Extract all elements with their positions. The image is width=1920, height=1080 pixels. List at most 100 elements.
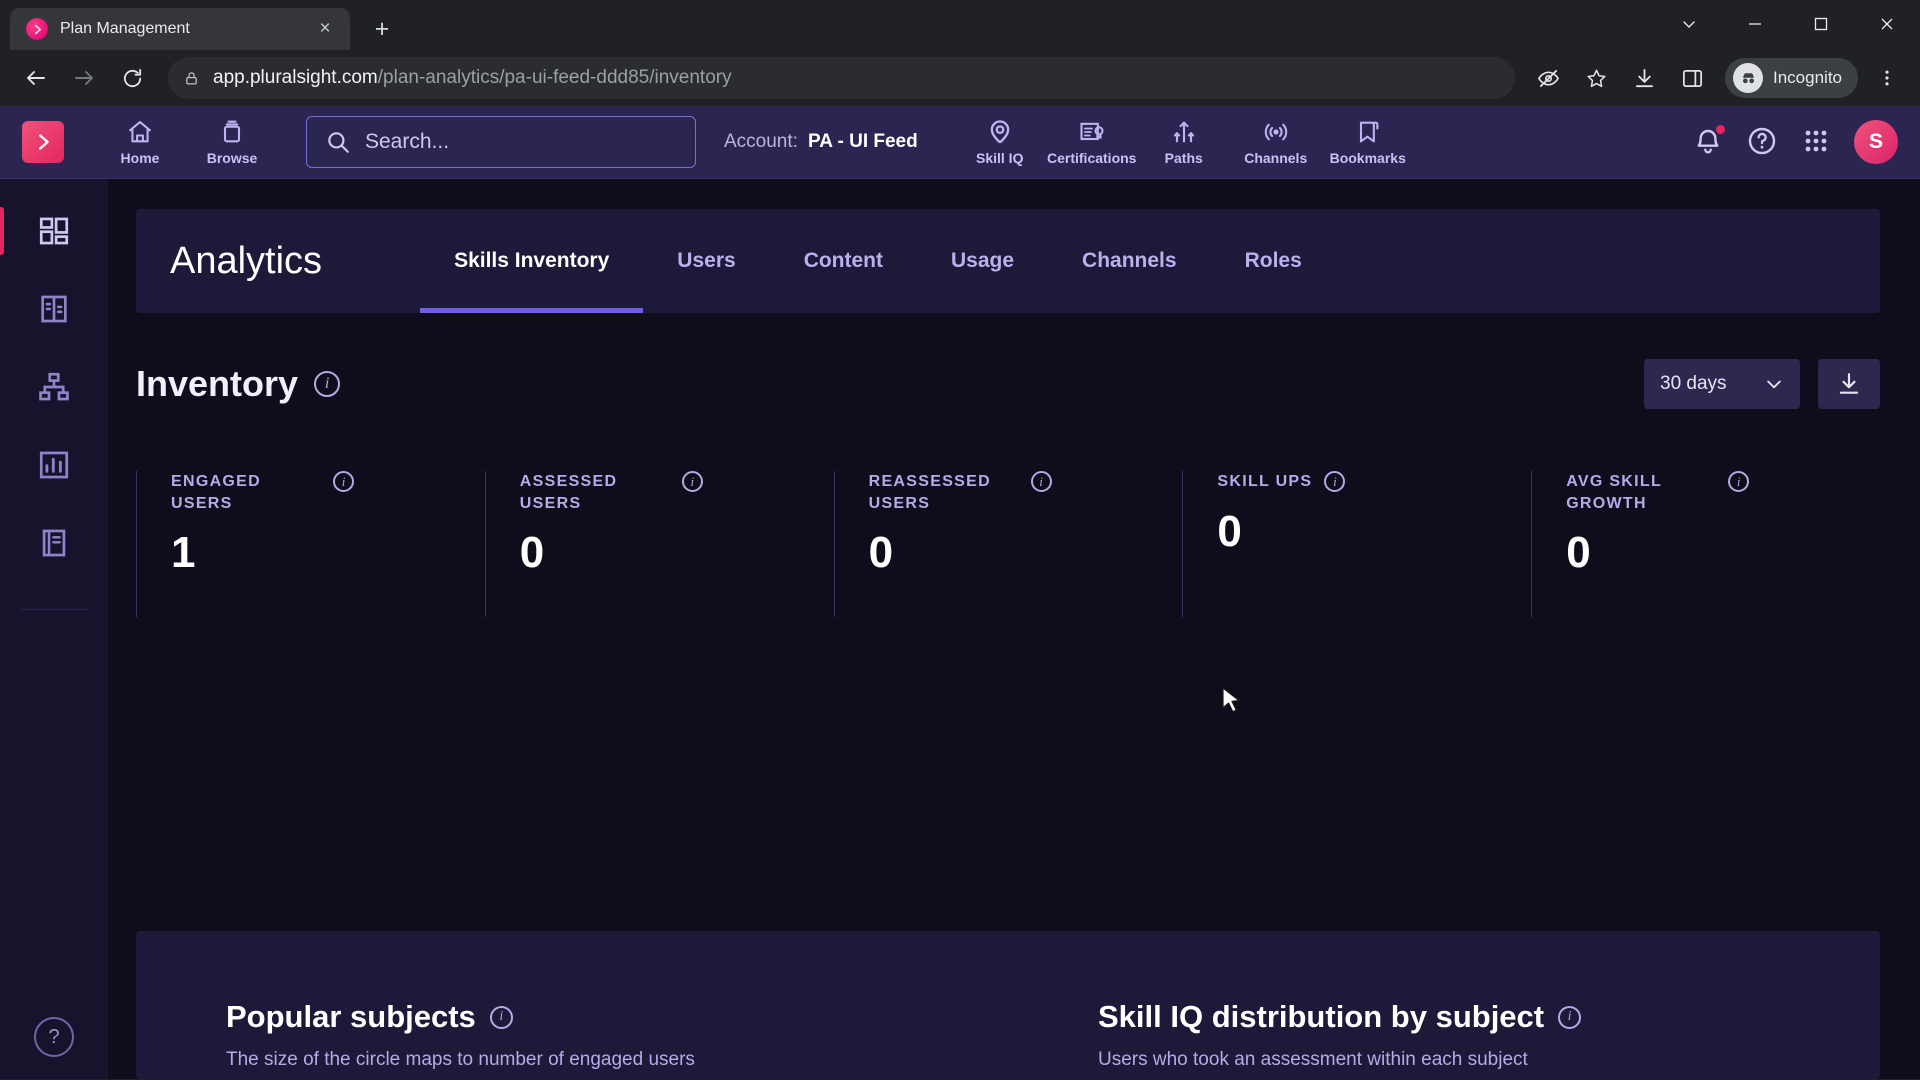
pluralsight-app: Home Browse Search... Account: PA - UI F…: [0, 106, 1920, 1079]
nav-item-browse[interactable]: Browse: [186, 106, 278, 179]
incognito-indicator[interactable]: Incognito: [1725, 58, 1858, 98]
left-rail: ?: [0, 179, 108, 1079]
panel-popular-subjects: Popular subjects i The size of the circl…: [136, 931, 1008, 1079]
channels-icon: [1264, 123, 1287, 141]
sidebar-item-dashboard[interactable]: [0, 205, 108, 257]
grid-apps-icon[interactable]: [1800, 125, 1834, 159]
metric-label: Engaged Users: [171, 473, 261, 512]
info-icon[interactable]: i: [1558, 1005, 1582, 1029]
sidebar-item-library[interactable]: [0, 517, 108, 569]
nav-item-label: Browse: [206, 150, 258, 166]
app-body: ? Analytics Skills Inventory Users Conte…: [0, 179, 1920, 1079]
metric-label: Skill Ups: [1217, 473, 1313, 490]
metric-reassessed-users: Reassessed Users i 0: [833, 471, 1183, 617]
panel-header: Skill IQ distribution by subject i: [1098, 999, 1880, 1035]
pluralsight-logo-icon[interactable]: [22, 121, 64, 163]
sidebar-item-org-structure[interactable]: [0, 361, 108, 413]
browse-icon: [223, 120, 241, 143]
nav-item-skill-iq[interactable]: Skill IQ: [954, 106, 1046, 179]
home-icon: [129, 121, 151, 143]
new-tab-button[interactable]: +: [364, 11, 400, 47]
url-text: app.pluralsight.com/plan-analytics/pa-ui…: [213, 67, 732, 89]
bell-icon[interactable]: [1692, 125, 1726, 159]
info-icon[interactable]: i: [1728, 471, 1750, 492]
close-icon[interactable]: ×: [312, 16, 338, 42]
search-icon: [328, 132, 349, 153]
metric-value: 0: [519, 528, 545, 578]
side-panel-icon[interactable]: [1673, 59, 1711, 97]
url-host: app.pluralsight.com: [213, 67, 378, 88]
nav-item-home[interactable]: Home: [94, 106, 186, 179]
metric-header: Assessed Users i: [520, 471, 834, 514]
metric-skill-ups: Skill Ups i 0: [1182, 471, 1531, 617]
download-icon[interactable]: [1625, 59, 1663, 97]
star-icon[interactable]: [1577, 59, 1615, 97]
tab-channels[interactable]: Channels: [1048, 209, 1211, 313]
nav-item-channels[interactable]: Channels: [1230, 106, 1322, 179]
nav-item-label: Paths: [1164, 150, 1203, 166]
rail-divider: [21, 609, 87, 610]
maximize-button[interactable]: [1788, 0, 1854, 48]
tab-users[interactable]: Users: [643, 209, 769, 313]
inventory-toolbar: Inventory i 30 days: [136, 359, 1880, 409]
page-title: Analytics: [170, 239, 323, 282]
help-button[interactable]: ?: [34, 1017, 74, 1057]
panel-subtitle: The size of the circle maps to number of…: [226, 1049, 695, 1070]
metric-label: Assessed Users: [519, 473, 618, 512]
metric-label: Avg Skill Growth: [1566, 473, 1662, 512]
nav-item-paths[interactable]: Paths: [1138, 106, 1230, 179]
info-icon[interactable]: i: [1030, 471, 1052, 492]
tab-usage[interactable]: Usage: [917, 209, 1048, 313]
minimize-button[interactable]: [1722, 0, 1788, 48]
book-icon: [42, 529, 66, 557]
question-circle-icon[interactable]: [1746, 125, 1780, 159]
reload-icon[interactable]: [110, 56, 154, 100]
panel-title: Popular subjects: [226, 999, 476, 1034]
bar-chart-icon: [39, 451, 69, 479]
info-icon[interactable]: i: [681, 471, 703, 492]
nav-item-label: Bookmarks: [1329, 150, 1406, 166]
info-icon[interactable]: i: [1324, 471, 1346, 492]
search-input[interactable]: Search...: [306, 116, 696, 168]
info-icon[interactable]: i: [333, 471, 354, 492]
tab-content[interactable]: Content: [770, 209, 917, 313]
info-icon[interactable]: i: [314, 371, 341, 397]
metric-avg-skill-growth: Avg Skill Growth i 0: [1531, 471, 1880, 617]
kebab-menu-icon[interactable]: [1868, 59, 1906, 97]
nav-item-label: Channels: [1244, 150, 1308, 166]
nav-item-label: Home: [120, 150, 160, 166]
sidebar-item-analytics[interactable]: [0, 439, 108, 491]
report-panel-icon: [41, 295, 67, 323]
tab-roles[interactable]: Roles: [1211, 209, 1336, 313]
metric-assessed-users: Assessed Users i 0: [484, 471, 834, 617]
dashboard-grid-icon: [39, 217, 69, 245]
account-indicator[interactable]: Account: PA - UI Feed: [724, 131, 918, 153]
incognito-icon: [1733, 63, 1763, 93]
global-nav: Home Browse Search... Account: PA - UI F…: [0, 106, 1920, 179]
browser-tab[interactable]: Plan Management ×: [10, 8, 350, 50]
bookmark-ribbon-icon: [1359, 121, 1379, 143]
eye-slash-icon[interactable]: [1529, 59, 1567, 97]
avatar[interactable]: S: [1854, 120, 1898, 164]
chevron-down-icon: [1767, 380, 1781, 389]
back-icon[interactable]: [14, 56, 58, 100]
tab-skills-inventory[interactable]: Skills Inventory: [420, 209, 644, 313]
metric-header: Engaged Users i: [171, 471, 485, 514]
metric-label: Reassessed Users: [868, 473, 991, 512]
browser-toolbar: app.pluralsight.com/plan-analytics/pa-ui…: [0, 50, 1920, 106]
nav-item-label: Skill IQ: [976, 150, 1024, 166]
nav-item-label: Certifications: [1047, 150, 1137, 166]
info-icon[interactable]: i: [489, 1005, 513, 1029]
address-bar[interactable]: app.pluralsight.com/plan-analytics/pa-ui…: [168, 57, 1515, 99]
metric-header: Skill Ups i: [1217, 471, 1531, 493]
nav-item-bookmarks[interactable]: Bookmarks: [1322, 106, 1414, 179]
sidebar-item-reports[interactable]: [0, 283, 108, 335]
chevron-down-icon[interactable]: [1656, 0, 1722, 48]
url-path: /plan-analytics/pa-ui-feed-ddd85/invento…: [377, 67, 732, 88]
nav-item-certifications[interactable]: Certifications: [1046, 106, 1138, 179]
download-button[interactable]: [1818, 359, 1880, 409]
analytics-header: Analytics Skills Inventory Users Content…: [136, 209, 1880, 313]
date-range-select[interactable]: 30 days: [1644, 359, 1800, 409]
download-icon: [1839, 373, 1859, 394]
close-window-button[interactable]: [1854, 0, 1920, 48]
